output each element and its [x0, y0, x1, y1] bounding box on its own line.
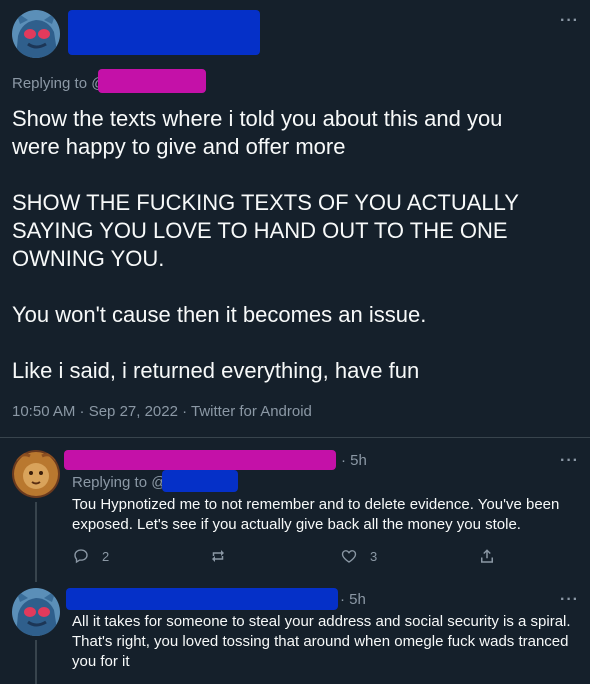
reply-2-avatar[interactable]: [12, 588, 60, 636]
tweet-paragraph-2: SHOW THE FUCKING TEXTS OF YOU ACTUALLY S…: [12, 190, 519, 271]
author-name-redacted[interactable]: [68, 10, 260, 55]
retweet-action[interactable]: [209, 547, 227, 565]
author-avatar[interactable]: [12, 10, 60, 58]
reply-1-replying-label: Replying to @: [72, 474, 167, 491]
reply-1-text: Tou Hypnotized me to not remember and to…: [72, 496, 560, 533]
more-options-icon[interactable]: ···: [560, 12, 579, 30]
share-icon: [481, 549, 493, 563]
tweet-meta: 10:50 AM · Sep 27, 2022 · Twitter for An…: [12, 403, 312, 420]
reply-1-time[interactable]: · 5h: [341, 452, 367, 469]
reply-count: 2: [102, 548, 110, 564]
reply-2-text: All it takes for someone to steal your a…: [72, 613, 571, 670]
reply-action[interactable]: 2: [72, 547, 109, 565]
comment-icon: [74, 549, 88, 564]
dragon-avatar-icon: [12, 588, 60, 636]
tweet-paragraph-1: Show the texts where i told you about th…: [12, 106, 503, 159]
divider: [0, 437, 590, 438]
retweet-icon: [212, 550, 224, 562]
reply-1-avatar[interactable]: [12, 450, 60, 498]
replying-to: Replying to @: [12, 75, 106, 92]
reply-1-more-icon[interactable]: ···: [560, 452, 579, 470]
heart-icon: [341, 550, 357, 563]
share-action[interactable]: [478, 547, 496, 565]
reply-1-handle-redacted[interactable]: [162, 470, 238, 492]
tweet-paragraph-3: You won't cause then it becomes an issue…: [12, 302, 427, 327]
lion-avatar-icon: [12, 450, 60, 498]
reply-2-more-icon[interactable]: ···: [560, 591, 579, 609]
thread-line-2: [35, 640, 37, 684]
dragon-avatar-icon: [12, 10, 60, 58]
reply-2-name-redacted[interactable]: [66, 588, 338, 610]
reply-2-time[interactable]: · 5h: [340, 591, 366, 608]
tweet-paragraph-4: Like i said, i returned everything, have…: [12, 358, 420, 383]
thread-line: [35, 502, 37, 582]
reply-1-replying-to: Replying to @: [72, 474, 166, 491]
like-action[interactable]: 3: [340, 547, 377, 565]
like-count: 3: [370, 548, 378, 564]
reply-1-name-redacted[interactable]: [64, 450, 336, 470]
replying-to-handle-redacted[interactable]: [98, 69, 206, 93]
replying-to-label: Replying to @: [12, 75, 107, 92]
